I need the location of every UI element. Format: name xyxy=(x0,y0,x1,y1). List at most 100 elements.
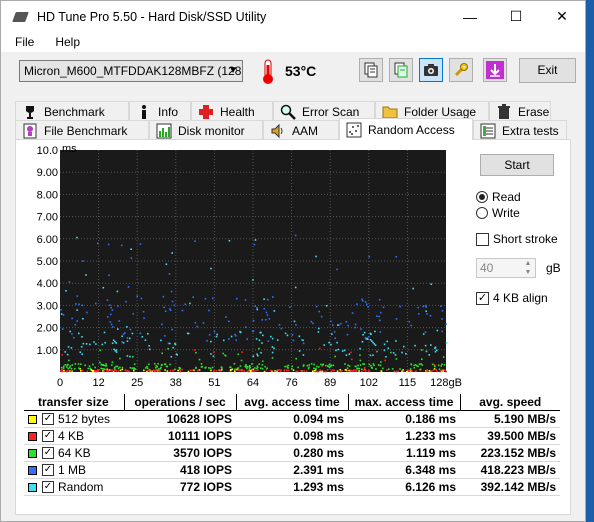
scatter-point xyxy=(245,366,247,369)
scatter-point xyxy=(243,370,246,372)
thermometer-icon xyxy=(263,59,273,84)
scatter-point xyxy=(295,357,298,360)
drive-select[interactable]: Micron_M600_MTFDDAK128MBFZ (128 g ▼ xyxy=(19,60,243,82)
scatter-point xyxy=(160,339,162,342)
scatter-point xyxy=(303,364,305,366)
minimize-button[interactable]: — xyxy=(447,1,493,32)
tab-label: AAM xyxy=(292,123,319,138)
tab-health[interactable]: Health xyxy=(191,101,273,121)
read-radio[interactable]: Read xyxy=(476,190,521,204)
tab-benchmark[interactable]: Benchmark xyxy=(15,101,129,121)
scatter-point xyxy=(380,361,382,363)
scatter-point xyxy=(184,303,187,306)
series-checkbox[interactable]: ✓ xyxy=(42,447,54,460)
scatter-point xyxy=(206,339,208,342)
scatter-point xyxy=(422,305,425,308)
menu-help[interactable]: Help xyxy=(41,35,87,49)
tab-file-benchmark[interactable]: File Benchmark xyxy=(15,120,149,140)
scatter-point xyxy=(111,361,114,363)
scatter-point xyxy=(256,369,259,371)
scatter-point xyxy=(141,336,144,338)
scatter-point xyxy=(318,347,321,350)
scatter-point xyxy=(210,353,212,355)
series-checkbox[interactable]: ✓ xyxy=(42,481,54,494)
scatter-point xyxy=(313,363,315,366)
scatter-point xyxy=(110,369,112,372)
scatter-point xyxy=(126,355,129,357)
scatter-point xyxy=(208,333,211,336)
scatter-point xyxy=(302,342,305,345)
close-button[interactable]: ✕ xyxy=(539,1,585,32)
x-tick-label: 25 xyxy=(131,377,143,389)
scatter-point xyxy=(333,331,336,333)
scatter-point xyxy=(368,255,371,258)
scatter-point xyxy=(377,364,380,366)
scatter-point xyxy=(328,341,330,344)
copy-info-button[interactable] xyxy=(359,58,383,82)
max-cell: 1.233 ms xyxy=(348,427,460,445)
scatter-point xyxy=(266,298,269,301)
spinner-arrows-icon[interactable]: ▲ ▼ xyxy=(521,259,535,277)
write-radio[interactable]: Write xyxy=(476,206,520,220)
scatter-point xyxy=(147,332,149,335)
scatter-point xyxy=(295,324,297,326)
scatter-point xyxy=(355,370,358,372)
short-stroke-spinner[interactable]: 40 ▲ ▼ xyxy=(476,258,536,278)
series-checkbox[interactable]: ✓ xyxy=(42,430,54,443)
scatter-point xyxy=(169,363,171,366)
tab-extra-tests[interactable]: Extra tests xyxy=(473,120,567,140)
scatter-point xyxy=(370,365,372,367)
scatter-point xyxy=(115,351,118,353)
scatter-point xyxy=(158,368,160,370)
screenshot-button[interactable] xyxy=(419,58,443,82)
scatter-point xyxy=(176,354,178,356)
save-button[interactable] xyxy=(483,58,507,82)
scatter-point xyxy=(258,347,260,350)
short-stroke-checkbox[interactable]: Short stroke xyxy=(476,232,558,246)
tab-disk-monitor[interactable]: Disk monitor xyxy=(149,120,263,140)
x-tick-label: 128gB xyxy=(430,377,462,389)
align-checkbox[interactable]: ✓ 4 KB align xyxy=(476,291,548,305)
scatter-point xyxy=(379,364,382,367)
scatter-point xyxy=(213,369,216,372)
scatter-point xyxy=(248,370,250,373)
scatter-point xyxy=(119,366,121,369)
scatter-point xyxy=(104,368,106,371)
tab-erase[interactable]: Erase xyxy=(489,101,551,121)
scatter-point xyxy=(161,352,163,355)
scatter-point xyxy=(202,322,205,324)
x-tick-label: 51 xyxy=(208,377,220,389)
series-checkbox[interactable]: ✓ xyxy=(42,464,54,477)
scatter-point xyxy=(130,257,133,259)
series-checkbox[interactable]: ✓ xyxy=(42,413,54,426)
scatter-point xyxy=(256,308,259,311)
scatter-point xyxy=(224,354,227,357)
scatter-point xyxy=(386,340,389,343)
scatter-point xyxy=(219,369,222,371)
scatter-point xyxy=(291,367,293,370)
scatter-point xyxy=(71,317,73,320)
options-button[interactable] xyxy=(449,58,473,82)
table-row: ✓ 1 MB 418 IOPS 2.391 ms 6.348 ms 418.223 MB/… xyxy=(24,461,560,479)
scatter-point xyxy=(113,367,116,370)
copy-options-button[interactable] xyxy=(389,58,413,82)
scatter-point xyxy=(168,273,171,275)
tab-info[interactable]: Info xyxy=(129,101,191,121)
scatter-point xyxy=(89,367,92,370)
scatter-point xyxy=(326,369,329,371)
scatter-point xyxy=(316,370,319,373)
scatter-point xyxy=(68,281,71,283)
exit-button[interactable]: Exit xyxy=(519,58,576,83)
scatter-point xyxy=(254,369,257,372)
scatter-point xyxy=(332,364,335,367)
scatter-point xyxy=(265,311,268,314)
scatter-point xyxy=(66,366,68,368)
speed-cell: 5.190 MB/s xyxy=(460,410,560,428)
y-tick-label: 6.00 xyxy=(37,234,58,246)
tab-random-access[interactable]: Random Access xyxy=(339,118,473,140)
tab-aam[interactable]: AAM xyxy=(263,120,339,140)
scatter-point xyxy=(350,351,352,354)
start-button[interactable]: Start xyxy=(480,154,554,176)
maximize-button[interactable]: ☐ xyxy=(493,1,539,32)
menu-file[interactable]: File xyxy=(1,35,41,49)
